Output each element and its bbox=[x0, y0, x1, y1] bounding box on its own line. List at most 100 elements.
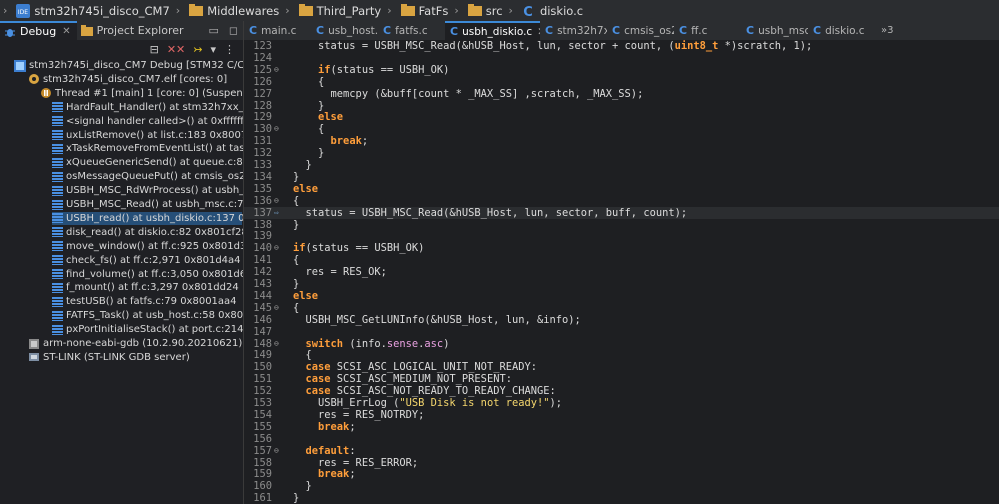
stack-frame-icon bbox=[52, 255, 63, 266]
ide-project-icon: IDE bbox=[16, 3, 31, 18]
stack-frame-item[interactable]: testUSB() at fatfs.c:79 0x8001aa4 bbox=[52, 295, 237, 308]
fold-toggle-icon[interactable]: ⊖ bbox=[274, 195, 279, 207]
fold-toggle-icon[interactable]: ⊖ bbox=[274, 242, 279, 254]
step-filter-icon[interactable]: ↣ bbox=[193, 43, 202, 56]
stack-frame-icon bbox=[52, 227, 63, 238]
stack-frame-item[interactable]: xTaskRemoveFromEventList() at tasks.c:3,… bbox=[52, 142, 243, 155]
editor-tab[interactable]: Cusb_host.c bbox=[311, 21, 378, 40]
debug-tree-item[interactable]: stm32h745i_disco_CM7 Debug [STM32 C/C++ … bbox=[14, 59, 243, 72]
more-tabs-indicator[interactable]: »3 bbox=[875, 21, 893, 40]
editor-tab-label: usb_host.c bbox=[328, 24, 378, 37]
chevron-right-icon: › bbox=[175, 4, 181, 17]
editor-tab[interactable]: Cstm32h7xx_it.c bbox=[540, 21, 607, 40]
editor-tab[interactable]: Cfatfs.c bbox=[378, 21, 445, 40]
code-text: } bbox=[293, 170, 300, 183]
code-line: 151 case SCSI_ASC_MEDIUM_NOT_PRESENT: bbox=[244, 373, 999, 385]
debug-tree-item[interactable]: arm-none-eabi-gdb (10.2.90.20210621) bbox=[28, 337, 242, 350]
close-icon[interactable]: ✕ bbox=[62, 26, 70, 37]
stack-frame-item[interactable]: f_mount() at ff.c:3,297 0x801dd24 bbox=[52, 281, 239, 294]
view-menu-icon[interactable]: ⋮ bbox=[224, 43, 235, 56]
breadcrumb-item[interactable]: Cdiskio.c bbox=[518, 0, 583, 21]
editor-tab[interactable]: Cusbh_msc.c bbox=[741, 21, 808, 40]
tree-item-label: FATFS_Task() at usb_host.c:58 0x80045d8 bbox=[66, 310, 244, 322]
remove-terminated-icon[interactable]: ✕✕ bbox=[167, 43, 185, 56]
fold-toggle-icon[interactable]: ⊖ bbox=[274, 445, 279, 457]
editor-tab-label: usbh_msc.c bbox=[758, 24, 808, 37]
breadcrumb-label: FatFs bbox=[418, 3, 449, 18]
line-number: 150 bbox=[253, 361, 272, 374]
editor-tab[interactable]: Cdiskio.c bbox=[808, 21, 875, 40]
code-text: } bbox=[293, 480, 312, 493]
breadcrumb-item[interactable]: FatFs bbox=[397, 0, 449, 21]
stack-frame-item[interactable]: xQueueGenericSend() at queue.c:839 0x80 bbox=[52, 156, 243, 169]
breadcrumb-item[interactable]: src bbox=[464, 0, 503, 21]
breadcrumb-item[interactable]: IDE stm32h745i_disco_CM7 bbox=[12, 0, 170, 21]
chevron-right-icon: › bbox=[508, 4, 513, 17]
stack-frame-item[interactable]: pxPortInitialiseStack() at port.c:214 0x… bbox=[52, 323, 244, 336]
line-number: 146 bbox=[253, 313, 272, 326]
maximize-icon[interactable]: ◻ bbox=[224, 21, 243, 40]
debug-tree-item[interactable]: Thread #1 [main] 1 [core: 0] (Suspended … bbox=[40, 87, 243, 100]
code-line: 141 { bbox=[244, 254, 999, 266]
fold-toggle-icon[interactable]: ⊖ bbox=[274, 123, 279, 135]
editor-tab[interactable]: Ccmsis_os2.c bbox=[607, 21, 674, 40]
bug-icon bbox=[5, 28, 15, 37]
line-number: 145 bbox=[253, 301, 272, 314]
fold-toggle-icon[interactable]: ⊖ bbox=[274, 64, 279, 76]
code-line: 137 ⇨ status = USBH_MSC_Read(&hUSB_Host, … bbox=[244, 206, 999, 219]
code-text: { bbox=[293, 254, 300, 267]
c-file-icon: C bbox=[450, 25, 459, 38]
line-number: 135 bbox=[253, 182, 272, 195]
code-area[interactable]: 123 status = USBH_MSC_Read(&hUSB_Host, l… bbox=[244, 40, 999, 504]
tab-project-explorer-label: Project Explorer bbox=[96, 24, 184, 37]
code-line: 152 case SCSI_ASC_NOT_READY_TO_READY_CHA… bbox=[244, 385, 999, 397]
code-line: 128 } bbox=[244, 100, 999, 112]
c-file-icon: C bbox=[746, 24, 755, 37]
stack-frame-item[interactable]: FATFS_Task() at usb_host.c:58 0x80045d8 bbox=[52, 309, 244, 322]
line-number: 161 bbox=[253, 492, 272, 504]
line-number: 152 bbox=[253, 385, 272, 398]
tab-debug[interactable]: Debug ✕ bbox=[0, 21, 77, 40]
code-line: 142 res = RES_OK; bbox=[244, 266, 999, 278]
breadcrumb-item[interactable]: Third_Party bbox=[295, 0, 381, 21]
stack-frame-item[interactable]: uxListRemove() at list.c:183 0x8007fdc bbox=[52, 129, 243, 142]
process-icon bbox=[28, 73, 40, 85]
line-number: 138 bbox=[253, 218, 272, 231]
tab-project-explorer[interactable]: Project Explorer bbox=[77, 21, 190, 40]
code-text: } bbox=[293, 147, 325, 160]
chevron-down-icon[interactable]: ▾ bbox=[210, 43, 216, 56]
debug-tree-item[interactable]: ST-LINK (ST-LINK GDB server) bbox=[28, 351, 190, 364]
line-number: 155 bbox=[253, 420, 272, 433]
stack-frame-icon bbox=[52, 116, 63, 127]
chevron-right-icon: › bbox=[454, 4, 459, 17]
stack-frame-item[interactable]: find_volume() at ff.c:3,050 0x801d678 bbox=[52, 268, 243, 281]
stack-frame-item[interactable]: disk_read() at diskio.c:82 0x801cf28 bbox=[52, 226, 243, 239]
editor-tab[interactable]: Cff.c bbox=[674, 21, 741, 40]
editor-tab[interactable]: Cusbh_diskio.c✕ bbox=[445, 21, 540, 40]
line-number: 136 bbox=[253, 194, 272, 207]
collapse-all-icon[interactable]: ⊟ bbox=[150, 43, 159, 56]
stack-frame-item[interactable]: osMessageQueuePut() at cmsis_os2.c:1,77 bbox=[52, 170, 243, 183]
tree-item-label: pxPortInitialiseStack() at port.c:214 0x… bbox=[66, 324, 244, 336]
minimize-icon[interactable]: ▭ bbox=[203, 21, 223, 40]
stack-frame-item[interactable]: USBH_MSC_Read() at usbh_msc.c:795 0x80 bbox=[52, 198, 243, 211]
stack-frame-item[interactable]: check_fs() at ff.c:2,971 0x801d4a4 bbox=[52, 254, 241, 267]
line-number: 153 bbox=[253, 397, 272, 409]
stack-frame-item[interactable]: <signal handler called>() at 0xffffffd bbox=[52, 115, 243, 128]
stack-frame-item[interactable]: USBH_MSC_RdWrProcess() at usbh_msc.c: bbox=[52, 184, 243, 197]
fold-toggle-icon[interactable]: ⊖ bbox=[274, 338, 279, 350]
debug-tree-item[interactable]: stm32h745i_disco_CM7.elf [cores: 0] bbox=[28, 73, 227, 86]
breadcrumb: › IDE stm32h745i_disco_CM7 › Middlewares › Thi… bbox=[0, 0, 999, 21]
breadcrumb-item[interactable]: Middlewares bbox=[185, 0, 279, 21]
breadcrumb-label: stm32h745i_disco_CM7 bbox=[34, 3, 170, 18]
stack-frame-item[interactable]: move_window() at ff.c:925 0x801d39e bbox=[52, 240, 243, 253]
code-text: { bbox=[293, 123, 325, 136]
code-line: 133 } bbox=[244, 159, 999, 171]
stack-frame-item[interactable]: USBH_read() at usbh_diskio.c:137 0x801c bbox=[52, 211, 243, 225]
code-line: 156 bbox=[244, 433, 999, 445]
code-line: 153 USBH_ErrLog ("USB Disk is not ready!… bbox=[244, 397, 999, 409]
line-number: 141 bbox=[253, 254, 272, 267]
fold-toggle-icon[interactable]: ⊖ bbox=[274, 302, 279, 314]
editor-tab[interactable]: Cmain.c bbox=[244, 21, 311, 40]
stack-frame-item[interactable]: HardFault_Handler() at stm32h7xx_it.c:92… bbox=[52, 101, 243, 114]
